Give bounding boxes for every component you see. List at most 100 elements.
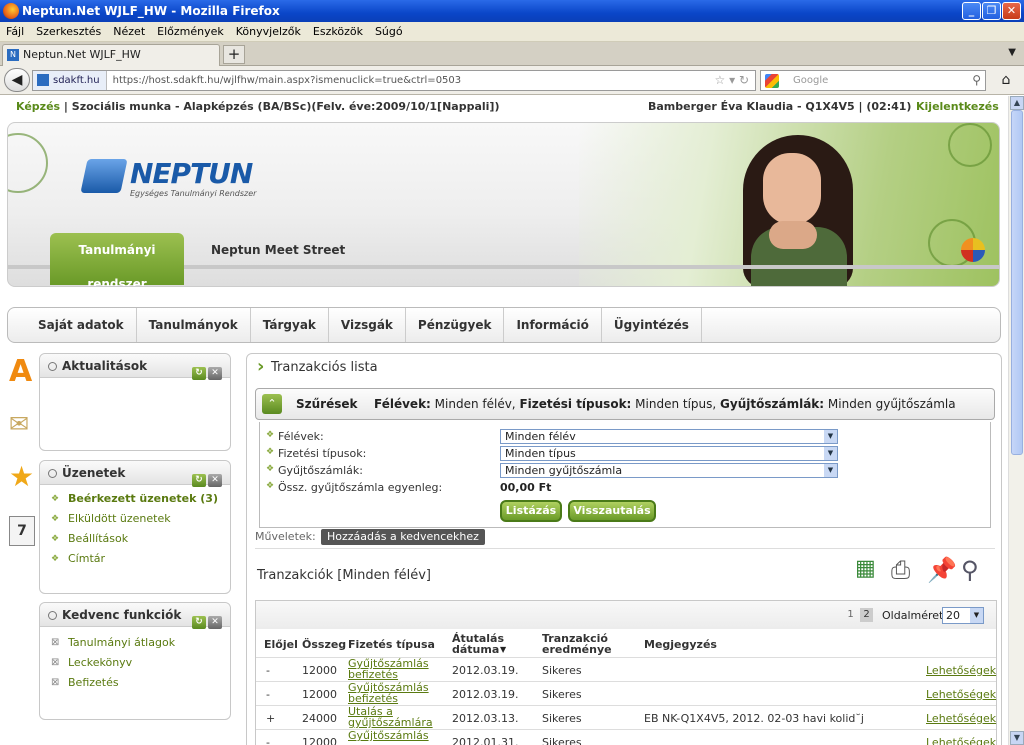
neptun-logo[interactable]: NEPTUN Egységes Tanulmányi Rendszer bbox=[80, 157, 274, 201]
favorite-payment[interactable]: Befizetés bbox=[40, 673, 230, 693]
envelope-icon[interactable]: ✉ bbox=[9, 410, 35, 440]
menu-history[interactable]: Előzmények bbox=[151, 22, 230, 42]
menu-own-data[interactable]: Saját adatok bbox=[26, 308, 137, 342]
close-icon[interactable]: ✕ bbox=[208, 474, 222, 487]
google-icon bbox=[765, 74, 779, 88]
row-options-link[interactable]: Lehetőségek bbox=[926, 689, 996, 700]
table-toolbar: ▦ ⎙ 📌 ⚲ bbox=[855, 556, 995, 590]
close-icon[interactable]: ✕ bbox=[208, 616, 222, 629]
sent-messages-link[interactable]: Elküldött üzenetek bbox=[40, 509, 230, 529]
filter-bar[interactable]: ⌃ Szűrések Félévek: Minden félév, Fizeté… bbox=[255, 388, 995, 420]
refresh-icon[interactable]: ↻ bbox=[192, 474, 206, 487]
reload-icon[interactable]: ↻ bbox=[739, 73, 749, 87]
list-button[interactable]: Listázás bbox=[500, 500, 562, 522]
calendar-icon[interactable]: 7 bbox=[9, 516, 35, 546]
close-button[interactable]: ✕ bbox=[1002, 2, 1021, 20]
inbox-link[interactable]: Beérkezett üzenetek (3) bbox=[40, 489, 230, 509]
row-amount: 24000 bbox=[302, 712, 337, 725]
font-size-icon[interactable]: A bbox=[9, 356, 35, 388]
col-sign[interactable]: Előjel bbox=[264, 639, 298, 650]
directory-link[interactable]: Címtár bbox=[40, 549, 230, 569]
color-wheel-icon[interactable] bbox=[961, 238, 985, 262]
payment-types-select[interactable]: Minden típus bbox=[500, 446, 838, 461]
row-result: Sikeres bbox=[542, 712, 582, 725]
scroll-down-icon[interactable]: ▼ bbox=[1010, 731, 1024, 745]
menu-finances[interactable]: Pénzügyek bbox=[406, 308, 505, 342]
url-bar-icons[interactable]: ☆ ▾ ↻ bbox=[714, 71, 749, 90]
favorite-transcript[interactable]: Leckekönyv bbox=[40, 653, 230, 673]
star-icon[interactable]: ★ bbox=[9, 460, 35, 493]
menu-administration[interactable]: Ügyintézés bbox=[602, 308, 702, 342]
refresh-icon[interactable]: ↻ bbox=[192, 367, 206, 380]
menu-view[interactable]: Nézet bbox=[107, 22, 151, 42]
favorite-grade-averages[interactable]: Tanulmányi átlagok bbox=[40, 633, 230, 653]
menu-bookmarks[interactable]: Könyvjelzők bbox=[230, 22, 307, 42]
logout-link[interactable]: Kijelentkezés bbox=[916, 100, 999, 113]
dropdown-chevron-icon[interactable]: ▾ bbox=[729, 73, 735, 87]
collapse-chevron-icon[interactable]: ⌃ bbox=[262, 394, 282, 414]
restore-button[interactable]: ❐ bbox=[982, 2, 1001, 20]
tab-study-system[interactable]: Tanulmányi rendszer bbox=[50, 233, 184, 286]
page-size-select[interactable]: 20 bbox=[942, 607, 984, 624]
logo-text: NEPTUN bbox=[130, 157, 253, 190]
excel-export-icon[interactable]: ▦ bbox=[855, 556, 876, 581]
menu-exams[interactable]: Vizsgák bbox=[329, 308, 406, 342]
row-note: EB NK-Q1X4V5, 2012. 02-03 havi kolid˘j bbox=[644, 712, 864, 725]
new-tab-button[interactable]: + bbox=[223, 45, 245, 64]
accounts-label: Gyűjtőszámlák: bbox=[266, 464, 363, 477]
row-options-link[interactable]: Lehetőségek bbox=[926, 737, 996, 745]
sort-desc-icon[interactable]: ▼ bbox=[500, 645, 506, 654]
row-type-link[interactable]: Gyűjtőszámlás befizetés bbox=[348, 682, 429, 704]
row-options-link[interactable]: Lehetőségek bbox=[926, 665, 996, 676]
address-bar[interactable]: sdakft.hu https://host.sdakft.hu/wjlfhw/m… bbox=[32, 70, 756, 91]
row-options-link[interactable]: Lehetőségek bbox=[926, 713, 996, 724]
pin-icon[interactable]: 📌 bbox=[927, 556, 957, 584]
add-to-favorites-button[interactable]: Hozzáadás a kedvencekhez bbox=[321, 529, 485, 545]
semesters-select[interactable]: Minden félév bbox=[500, 429, 838, 444]
row-type-link[interactable]: Gyűjtőszámlás bbox=[348, 730, 429, 741]
accounts-select[interactable]: Minden gyűjtőszámla bbox=[500, 463, 838, 478]
col-result[interactable]: Tranzakció eredménye bbox=[542, 633, 622, 655]
menu-subjects[interactable]: Tárgyak bbox=[251, 308, 329, 342]
home-icon[interactable]: ⌂ bbox=[994, 70, 1018, 91]
row-type-link[interactable]: Utalás a gyűjtőszámlára bbox=[348, 706, 433, 728]
menu-tools[interactable]: Eszközök bbox=[307, 22, 369, 42]
tab-list-chevron-icon[interactable]: ▼ bbox=[1008, 47, 1016, 58]
tab-meet-street[interactable]: Neptun Meet Street bbox=[211, 243, 345, 257]
search-input[interactable]: Google ⚲ bbox=[760, 70, 986, 91]
site-identity[interactable]: sdakft.hu bbox=[33, 71, 107, 90]
menu-information[interactable]: Információ bbox=[504, 308, 602, 342]
settings-link[interactable]: Beállítások bbox=[40, 529, 230, 549]
user-info: Bamberger Éva Klaudia - Q1X4V5 | (02:41) bbox=[648, 100, 912, 113]
scroll-thumb[interactable] bbox=[1011, 110, 1023, 455]
page-scrollbar[interactable]: ▲ ▼ bbox=[1008, 96, 1024, 745]
col-payment-type[interactable]: Fizetés típusa bbox=[348, 639, 435, 650]
back-button[interactable]: ◀ bbox=[4, 68, 30, 92]
menu-file[interactable]: Fájl bbox=[0, 22, 30, 42]
search-icon[interactable]: ⚲ bbox=[972, 71, 981, 90]
col-amount[interactable]: Összeg bbox=[302, 639, 346, 650]
row-type-link[interactable]: Gyűjtőszámlás befizetés bbox=[348, 658, 429, 680]
menu-help[interactable]: Súgó bbox=[369, 22, 409, 42]
scroll-up-icon[interactable]: ▲ bbox=[1010, 96, 1024, 110]
zoom-icon[interactable]: ⚲ bbox=[961, 556, 979, 584]
divider bbox=[255, 548, 995, 549]
menu-studies[interactable]: Tanulmányok bbox=[137, 308, 251, 342]
row-date: 2012.03.13. bbox=[452, 712, 519, 725]
table-row: - 12000 Gyűjtőszámlás befizetés 2012.03.1… bbox=[256, 681, 996, 705]
close-icon[interactable]: ✕ bbox=[208, 367, 222, 380]
minimize-button[interactable]: _ bbox=[962, 2, 981, 20]
menu-edit[interactable]: Szerkesztés bbox=[30, 22, 107, 42]
refund-button[interactable]: Visszautalás bbox=[568, 500, 656, 522]
browser-tab[interactable]: N Neptun.Net WJLF_HW bbox=[2, 44, 220, 66]
page-1-link[interactable]: 1 bbox=[844, 608, 857, 622]
training-link[interactable]: Képzés bbox=[16, 100, 60, 113]
semesters-label: Félévek: bbox=[266, 430, 324, 443]
bookmark-star-icon[interactable]: ☆ bbox=[714, 73, 725, 87]
favorites-box-header: Kedvenc funkciók ↻ ✕ bbox=[40, 603, 230, 629]
print-icon[interactable]: ⎙ bbox=[891, 556, 910, 584]
row-date: 2012.03.19. bbox=[452, 688, 519, 701]
page-2-current[interactable]: 2 bbox=[860, 608, 873, 622]
col-note[interactable]: Megjegyzés bbox=[644, 639, 717, 650]
refresh-icon[interactable]: ↻ bbox=[192, 616, 206, 629]
